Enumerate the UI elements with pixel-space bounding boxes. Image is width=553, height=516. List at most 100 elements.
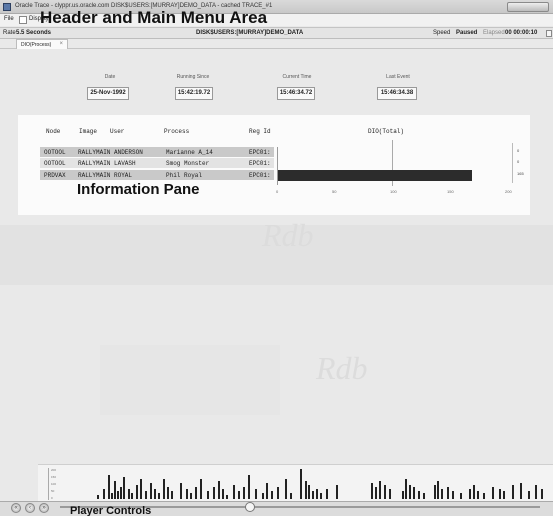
timeline-bar xyxy=(243,487,245,499)
col-reg-id: Reg Id xyxy=(249,128,271,135)
timeline-bar xyxy=(434,485,436,499)
cell-user: LAVASH xyxy=(114,160,136,167)
timeline-bar xyxy=(271,491,273,499)
timeline-bar xyxy=(190,493,192,499)
timeline-bar xyxy=(145,491,147,499)
tab-strip: DIO(Process) × xyxy=(0,39,553,49)
timeline-bar xyxy=(441,489,443,499)
timeline-bar xyxy=(226,495,228,499)
timeline-bar xyxy=(312,491,314,499)
col-process: Process xyxy=(164,128,190,135)
timeline-bar xyxy=(316,489,318,499)
timeline-bar xyxy=(541,489,543,499)
timeline-bar xyxy=(114,481,116,499)
timeline-bar xyxy=(503,491,505,499)
current-time-value: 15:46:34.72 xyxy=(277,87,315,100)
fast-forward-button[interactable]: » xyxy=(39,503,49,513)
timeline-bar xyxy=(389,489,391,499)
timeline-bar xyxy=(238,491,240,499)
date-value: 25-Nov-1992 xyxy=(87,87,129,100)
date-label: Date xyxy=(104,74,116,80)
last-event-value: 15:46:34.38 xyxy=(377,87,417,100)
timeline-bar xyxy=(336,485,338,499)
display-menu-icon[interactable] xyxy=(19,16,27,24)
timeline-bar xyxy=(437,481,439,499)
workspace: Rdb Rdb xyxy=(0,217,553,465)
row-value-label: 0 xyxy=(517,159,520,164)
panel-toggle-icon[interactable] xyxy=(546,30,552,37)
timeline-bar xyxy=(158,493,160,499)
timeline-bar xyxy=(460,493,462,499)
cell-reg-id: EPC01: xyxy=(249,172,271,179)
workspace-band xyxy=(100,345,280,415)
timeline-bar xyxy=(535,485,537,499)
row-value-label: 0 xyxy=(517,148,520,153)
timeline-bar xyxy=(262,493,264,499)
timeline-bar xyxy=(218,481,220,499)
timeline-scale-label: 150 xyxy=(51,475,57,479)
rate-label: Rate xyxy=(3,30,16,36)
dio-bar xyxy=(278,170,472,181)
information-pane-label: Information Pane xyxy=(77,181,200,198)
timeline-bar xyxy=(222,489,224,499)
row-value-label: 165 xyxy=(517,171,524,176)
menu-file[interactable]: File xyxy=(4,16,14,22)
timeline-bar xyxy=(108,475,110,499)
table-row[interactable] xyxy=(40,147,274,157)
timeline-bar xyxy=(200,479,202,499)
cell-process: Marianne A_14 xyxy=(166,149,213,156)
timeline-bar xyxy=(266,483,268,499)
tab-dio-process[interactable]: DIO(Process) × xyxy=(16,39,68,49)
running-since-value: 15:42:19.72 xyxy=(175,87,213,100)
timeline-bar xyxy=(447,487,449,499)
header-area-label: Header and Main Menu Area xyxy=(40,8,268,27)
timeline-bar xyxy=(233,485,235,499)
timeline-bar xyxy=(384,485,386,499)
timeline-scale: 200 150 100 50 0 xyxy=(48,468,62,500)
speed-label[interactable]: Speed xyxy=(433,30,450,36)
plot-right-border xyxy=(512,143,513,183)
cell-process: Smog Monster xyxy=(166,160,210,167)
timeline-bar xyxy=(520,483,522,499)
timeline-bar xyxy=(171,491,173,499)
timeline-bar xyxy=(195,487,197,499)
timeline-bar xyxy=(305,481,307,499)
timeline-bar xyxy=(128,489,130,499)
timeline-bar xyxy=(167,487,169,499)
timeline-bar xyxy=(371,483,373,499)
cell-image: RALLYMAIN xyxy=(78,160,111,167)
timeline-bar xyxy=(379,481,381,499)
timeline-bar xyxy=(499,489,501,499)
timeline-bar xyxy=(290,493,292,499)
timeline-scale-label: 50 xyxy=(51,489,55,493)
table-row[interactable] xyxy=(40,170,274,180)
col-image: Image xyxy=(79,128,98,135)
col-dio-total: DIO(Total) xyxy=(368,128,405,135)
timeline-scale-label: 100 xyxy=(51,482,57,486)
rate-value: 5.5 Seconds xyxy=(16,30,52,36)
data-path: DISK$USERS:[MURRAY]DEMO_DATA xyxy=(196,30,304,36)
timeline-bar xyxy=(285,479,287,499)
window-controls[interactable] xyxy=(507,2,549,12)
cell-image: RALLYMAIN xyxy=(78,172,111,179)
cell-image: RALLYMAIN xyxy=(78,149,111,156)
watermark-graphic: Rdb xyxy=(316,350,368,386)
cell-node: OOTOOL xyxy=(44,160,66,167)
tab-label: DIO(Process) xyxy=(21,42,52,48)
timeline-bar xyxy=(409,485,411,499)
step-back-button[interactable]: ‹ xyxy=(25,503,35,513)
timeline-bar xyxy=(528,491,530,499)
rewind-button[interactable]: « xyxy=(11,503,21,513)
timeline-bar xyxy=(163,479,165,499)
timeline-bar xyxy=(402,491,404,499)
player-slider-thumb[interactable] xyxy=(245,502,255,512)
elapsed-value: 00 00:00:10 xyxy=(505,30,538,36)
timeline-bar xyxy=(103,489,105,499)
table-row[interactable] xyxy=(40,158,274,168)
timeline-bar xyxy=(326,489,328,499)
timeline-bar xyxy=(418,491,420,499)
status-bar: Rate 5.5 Seconds DISK$USERS:[MURRAY]DEMO… xyxy=(0,27,553,39)
timeline-bar xyxy=(473,485,475,499)
close-icon[interactable]: × xyxy=(59,41,63,47)
last-event-label: Last Event xyxy=(386,74,410,80)
